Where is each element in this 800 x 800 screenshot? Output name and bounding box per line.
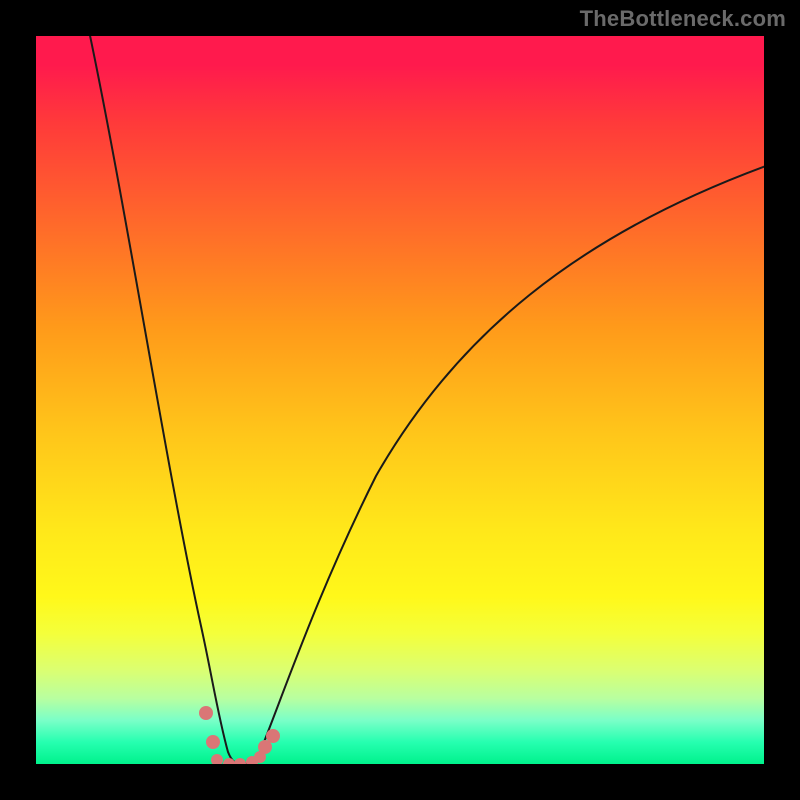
chart-frame: TheBottleneck.com [0,0,800,800]
data-point [206,735,220,749]
data-point [223,758,235,764]
data-point [199,706,213,720]
data-point [266,729,280,743]
watermark-text: TheBottleneck.com [580,6,786,32]
data-point [234,758,246,764]
curve-svg [36,36,764,764]
bottleneck-curve-left [88,36,241,764]
bottleneck-curve-right [241,166,764,764]
plot-area [36,36,764,764]
data-point [211,754,223,764]
